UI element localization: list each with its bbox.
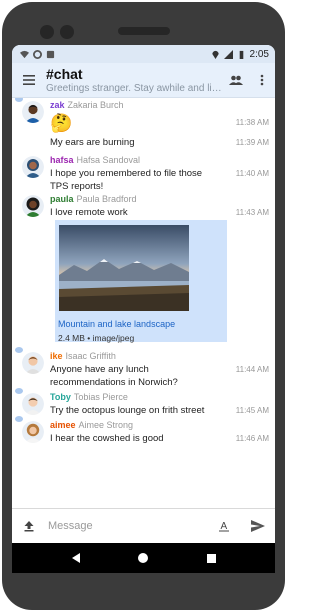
message-time: 11:40 AM	[235, 169, 269, 178]
avatar[interactable]	[22, 352, 44, 374]
attachment-meta: 2.4 MB • image/jpeg	[58, 333, 135, 343]
attachment-card[interactable]: Mountain and lake landscape 2.4 MB • ima…	[55, 220, 227, 343]
message-realname: Aimee Strong	[78, 420, 134, 430]
back-button[interactable]	[61, 543, 91, 573]
attachment-image[interactable]	[59, 225, 189, 311]
message-time: 11:39 AM	[235, 138, 269, 147]
message-time: 11:43 AM	[235, 208, 269, 217]
more-vert-icon	[260, 74, 264, 86]
message-realname: Isaac Griffith	[65, 351, 116, 361]
people-icon	[229, 75, 243, 85]
sensor-dot	[60, 25, 74, 39]
svg-text:A: A	[221, 521, 228, 532]
avatar[interactable]	[22, 195, 44, 217]
message-realname: Paula Bradford	[76, 194, 137, 204]
message-realname: Zakaria Burch	[67, 100, 124, 110]
upload-button[interactable]	[12, 509, 46, 544]
message-text: I hope you remembered to file those TPS …	[50, 168, 203, 192]
message-emoji: 🤔	[50, 113, 73, 133]
sensor-dot	[40, 25, 54, 39]
thread-bubble-icon	[15, 98, 23, 102]
avatar[interactable]	[22, 393, 44, 415]
message-time: 11:46 AM	[235, 434, 269, 443]
message-time: 11:45 AM	[235, 406, 269, 415]
message-username[interactable]: aimee	[50, 420, 76, 430]
message-composer: Message A	[12, 508, 275, 543]
members-button[interactable]	[223, 63, 249, 98]
channel-topic: Greetings stranger. Stay awhile and list…	[46, 82, 223, 94]
send-icon	[251, 520, 265, 532]
home-circle-icon	[138, 553, 149, 563]
overflow-menu-button[interactable]	[249, 63, 275, 98]
message-text: Anyone have any lunch recommendations in…	[50, 364, 178, 388]
status-bar: 2:05	[12, 45, 275, 63]
message-input[interactable]: Message	[46, 520, 207, 532]
screen: 2:05 #chat Greetings stranger. Stay awhi…	[12, 45, 275, 573]
message-username[interactable]: hafsa	[50, 155, 74, 165]
message-text: Try the octopus lounge on frith street	[50, 405, 205, 416]
message-text: My ears are burning	[50, 137, 135, 148]
message-username[interactable]: ike	[50, 351, 63, 361]
wifi-icon	[20, 50, 29, 58]
channel-title: #chat	[46, 65, 83, 82]
attachment-title[interactable]: Mountain and lake landscape	[58, 319, 175, 329]
message-username[interactable]: Toby	[50, 392, 71, 402]
avatar[interactable]	[22, 421, 44, 443]
speaker-grille	[118, 27, 170, 35]
hamburger-icon	[23, 75, 35, 85]
message-time: 11:44 AM	[235, 365, 269, 374]
thread-bubble-icon	[15, 347, 23, 353]
lte-icon	[223, 49, 233, 59]
thread-bubble-icon	[15, 388, 23, 394]
message-list[interactable]: zak Zakaria Burch 🤔 11:38 AM My ears are …	[12, 98, 275, 508]
recents-button[interactable]	[196, 543, 226, 573]
message-username[interactable]: zak	[50, 100, 65, 110]
home-button[interactable]	[128, 543, 158, 573]
formatting-button[interactable]: A	[207, 509, 241, 544]
sync-icon	[33, 49, 42, 59]
text-format-icon: A	[219, 521, 229, 532]
message-text: I love remote work	[50, 207, 128, 218]
message-username[interactable]: paula	[50, 194, 74, 204]
recents-square-icon	[206, 553, 216, 563]
app-bar: #chat Greetings stranger. Stay awhile an…	[12, 63, 275, 98]
upload-icon	[24, 521, 34, 532]
status-time: 2:05	[249, 48, 269, 60]
send-button[interactable]	[241, 509, 275, 544]
menu-button[interactable]	[12, 63, 46, 98]
location-icon	[211, 50, 219, 59]
message-text: I hear the cowshed is good	[50, 433, 164, 444]
system-nav-bar	[12, 543, 275, 573]
battery-icon	[239, 50, 243, 59]
sim-icon	[46, 50, 55, 58]
back-triangle-icon	[71, 553, 80, 563]
message-time: 11:38 AM	[235, 118, 269, 127]
avatar[interactable]	[22, 101, 44, 123]
avatar[interactable]	[22, 156, 44, 178]
thread-bubble-icon	[15, 416, 23, 422]
message-realname: Hafsa Sandoval	[76, 155, 141, 165]
message-realname: Tobias Pierce	[73, 392, 128, 402]
